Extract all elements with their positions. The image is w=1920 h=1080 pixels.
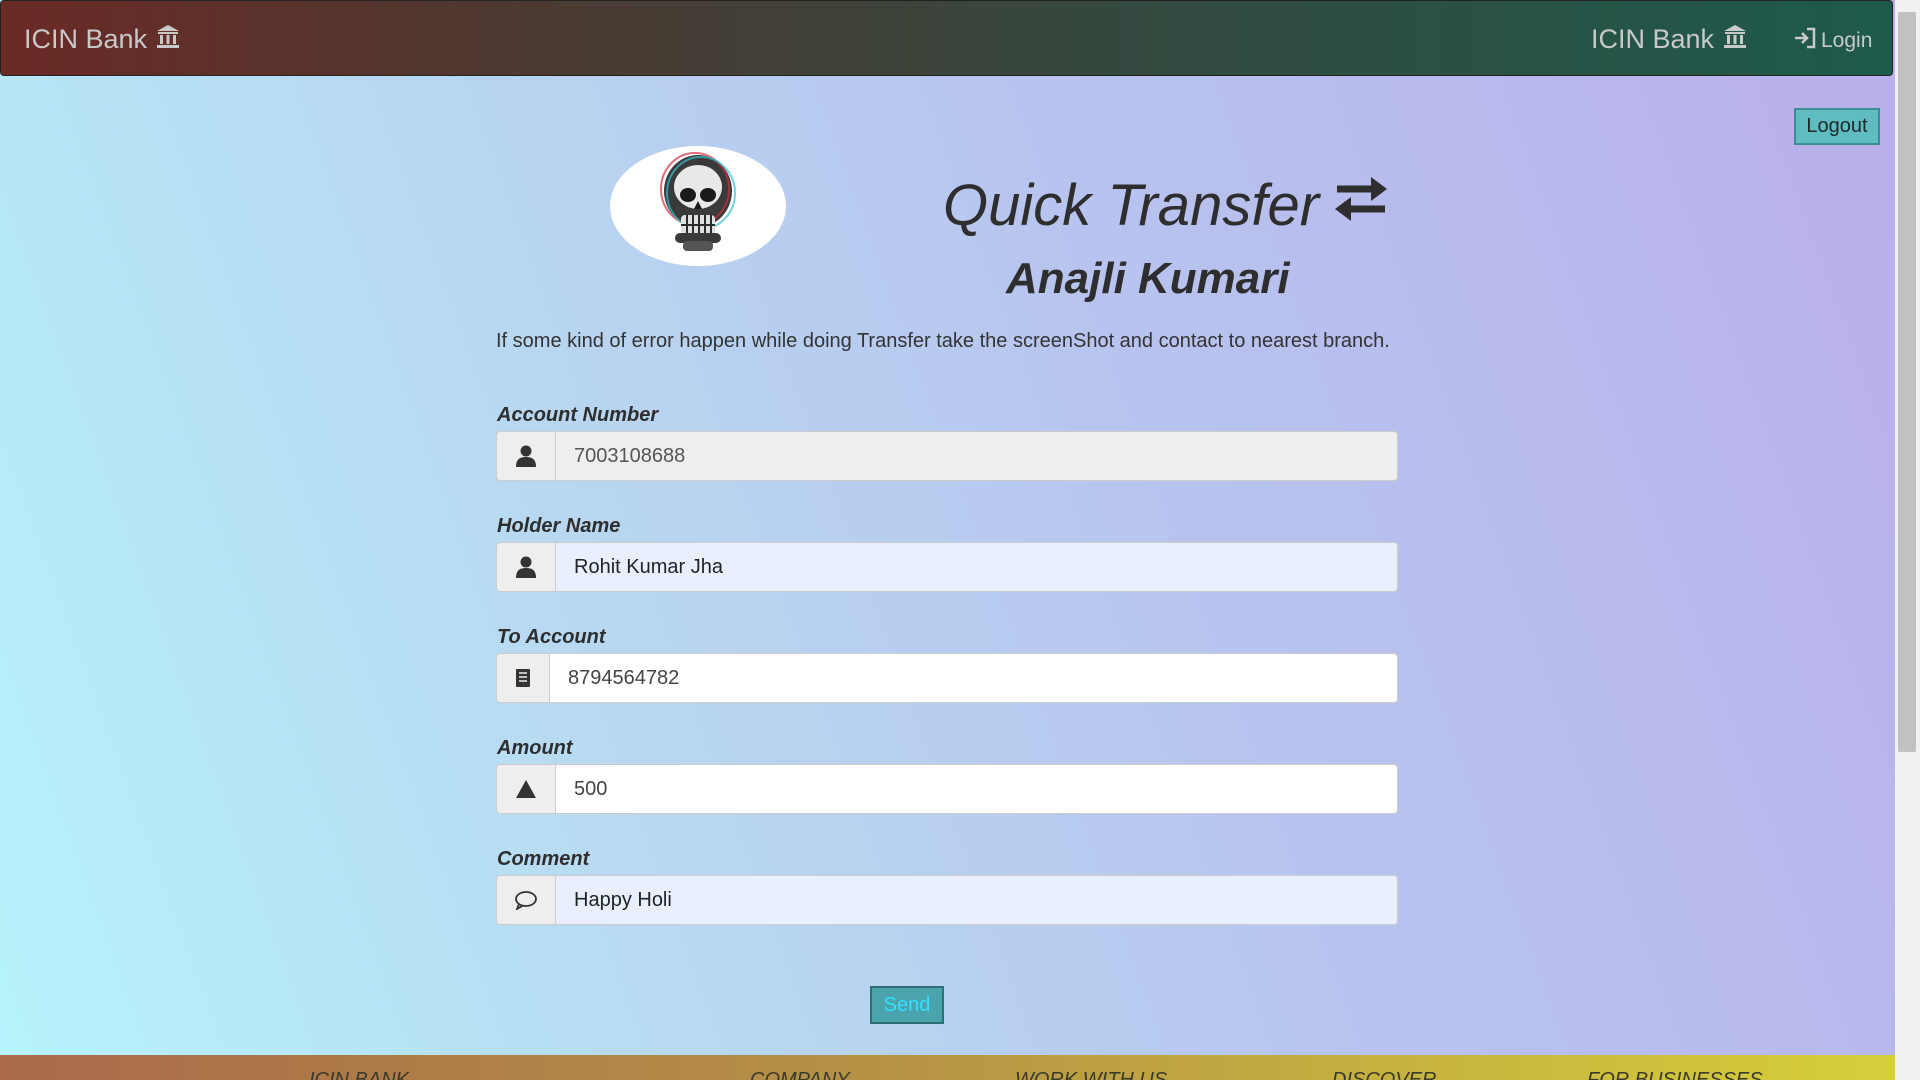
brand-label-right: ICIN Bank (1591, 24, 1715, 54)
holder-name-group (496, 542, 1398, 592)
to-account-input[interactable] (550, 654, 1397, 702)
footer-item-for-businesses[interactable]: FOR BUSINESSES (1587, 1069, 1763, 1080)
footer-item-icin-bank[interactable]: ICIN BANK (309, 1069, 409, 1080)
scrollbar-thumb[interactable] (1898, 12, 1916, 752)
comment-input[interactable] (556, 876, 1397, 924)
footer-item-work-with-us[interactable]: WORK WITH US (1015, 1069, 1167, 1080)
amount-label: Amount (497, 737, 573, 759)
user-icon (497, 543, 556, 591)
transfer-arrows-icon (1333, 172, 1389, 239)
brand-link-right[interactable]: ICIN Bank (1591, 23, 1748, 56)
user-icon (497, 432, 556, 480)
page-title-text: Quick Transfer (943, 173, 1320, 238)
to-account-label: To Account (497, 626, 606, 648)
triangle-icon (497, 765, 556, 813)
brand-label-left: ICIN Bank (24, 24, 148, 54)
account-number-label: Account Number (497, 404, 659, 426)
brand-link-left[interactable]: ICIN Bank (24, 23, 181, 56)
holder-name-input[interactable] (556, 543, 1397, 591)
list-icon (497, 654, 550, 702)
footer-item-discover[interactable]: DISCOVER (1332, 1069, 1436, 1080)
comment-label: Comment (497, 848, 590, 870)
to-account-group (496, 653, 1398, 703)
login-label: Login (1821, 29, 1873, 52)
navbar: ICIN Bank ICIN Bank Login (0, 0, 1893, 76)
page: ICIN Bank ICIN Bank Login Logout Quick T… (0, 0, 1895, 1080)
bank-icon (1722, 23, 1748, 56)
account-number-input[interactable] (556, 432, 1397, 480)
logout-button[interactable]: Logout (1794, 108, 1880, 145)
skull-icon (653, 149, 743, 264)
amount-input[interactable] (556, 765, 1397, 813)
page-title: Quick Transfer (943, 172, 1389, 239)
send-button[interactable]: Send (870, 986, 944, 1024)
bank-icon (155, 23, 181, 56)
amount-group (496, 764, 1398, 814)
footer: ICIN BANK COMPANY WORK WITH US DISCOVER … (0, 1055, 1895, 1080)
avatar (610, 146, 786, 266)
holder-name-label: Holder Name (497, 515, 621, 537)
footer-item-company[interactable]: COMPANY (750, 1069, 850, 1080)
comment-icon (497, 876, 556, 924)
account-holder-name: Anajli Kumari (1006, 254, 1290, 303)
account-number-group (496, 431, 1398, 481)
login-link[interactable]: Login (1793, 27, 1872, 55)
error-notice: If some kind of error happen while doing… (496, 330, 1390, 352)
sign-in-icon (1793, 27, 1817, 55)
comment-group (496, 875, 1398, 925)
